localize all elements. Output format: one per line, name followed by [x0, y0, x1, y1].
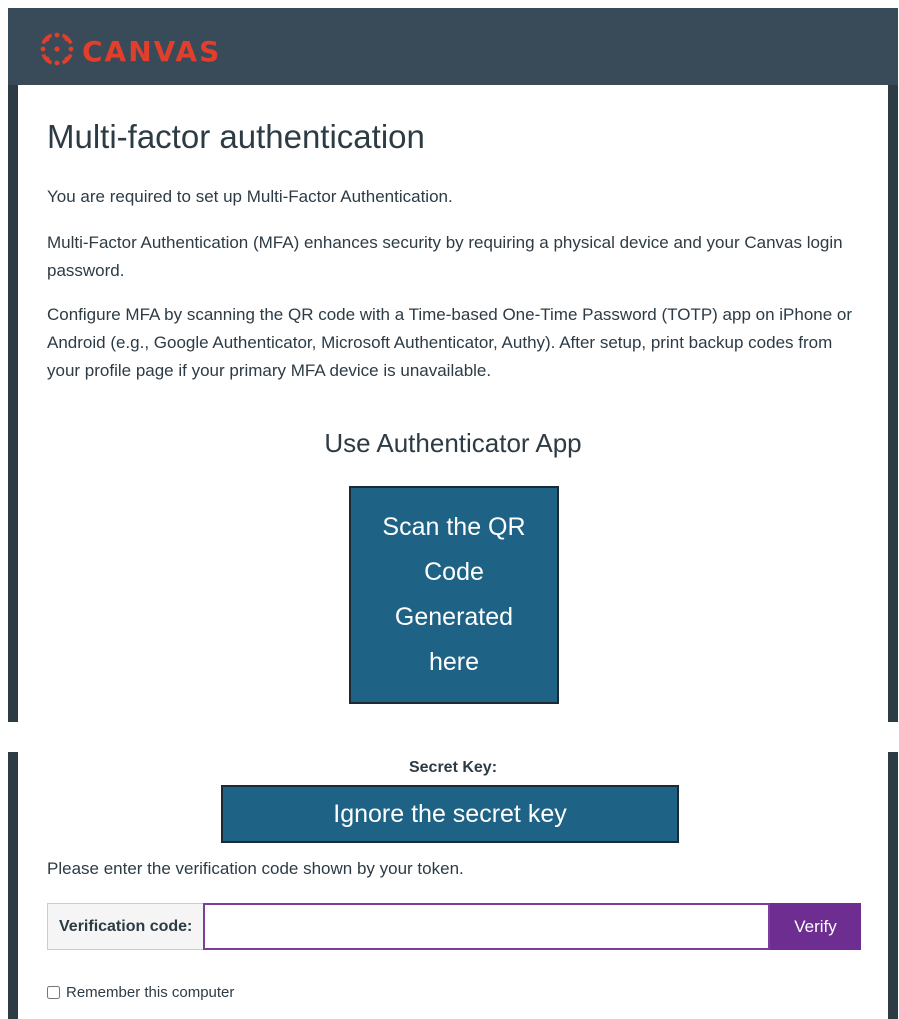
secret-key-label: Secret Key: [408, 759, 498, 776]
canvas-logo[interactable]: CANVAS [38, 30, 221, 73]
canvas-logo-icon [38, 30, 76, 73]
frame-left-border-lower [8, 752, 18, 1019]
mfa-description-text: Multi-Factor Authentication (MFA) enhanc… [47, 233, 843, 280]
secret-key-placeholder-text: Ignore the secret key [333, 799, 567, 828]
frame-left-border [8, 8, 18, 722]
verification-instruction: Please enter the verification code shown… [47, 859, 464, 878]
remember-computer-option[interactable]: Remember this computer [47, 984, 234, 1001]
qr-code-placeholder: Scan the QR Code Generated here [349, 486, 559, 704]
qr-code-placeholder-text: Scan the QR Code Generated here [382, 513, 526, 676]
mfa-requirement-text: You are required to set up Multi-Factor … [47, 187, 453, 206]
secret-key-placeholder: Ignore the secret key [221, 785, 679, 843]
top-header: CANVAS [8, 8, 898, 85]
verification-code-input[interactable] [203, 903, 770, 950]
canvas-logo-text: CANVAS [82, 35, 222, 68]
verification-form: Verification code: Verify [47, 903, 861, 950]
frame-right-border [888, 8, 898, 722]
frame-right-border-lower [888, 752, 898, 1019]
page-title: Multi-factor authentication [47, 118, 425, 155]
verification-code-label: Verification code: [47, 903, 204, 950]
remember-computer-checkbox[interactable] [47, 986, 60, 999]
authenticator-app-heading: Use Authenticator App [324, 428, 582, 458]
remember-computer-label: Remember this computer [66, 984, 235, 1001]
mfa-setup-instructions: Configure MFA by scanning the QR code wi… [47, 305, 853, 380]
verify-button[interactable]: Verify [770, 903, 861, 950]
